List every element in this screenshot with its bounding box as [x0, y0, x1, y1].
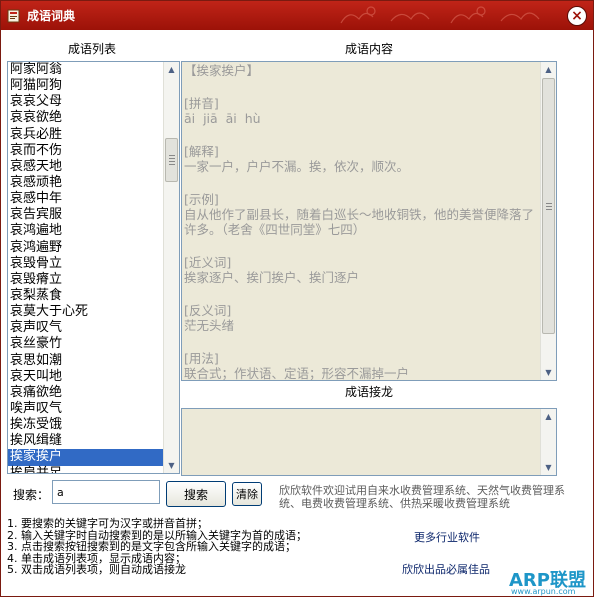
idiom-list-item[interactable]: 挨肩并足 — [8, 466, 165, 473]
scroll-down-arrow-icon[interactable]: ▼ — [541, 365, 556, 380]
idiom-list-item[interactable]: 哀鸿遍地 — [8, 223, 165, 239]
idiom-list-item[interactable]: 哀而不伤 — [8, 143, 165, 159]
scroll-down-arrow-icon[interactable]: ▼ — [164, 458, 179, 473]
idiom-content-header: 成语内容 — [345, 42, 394, 56]
idiom-list-item[interactable]: 哀思如潮 — [8, 353, 165, 369]
idiom-list-item[interactable]: 哀丝豪竹 — [8, 336, 165, 352]
watermark-url: www.arpun.com — [511, 587, 576, 596]
app-window: 成语词典 × 成语列表 成语内容 阿家阿翁 阿猫阿狗 哀哀父母 哀哀欲绝 哀兵必胜 哀而不… — [0, 0, 594, 597]
content-section-heading: [拼音] — [184, 96, 219, 111]
idiom-list-item[interactable]: 哀哀父母 — [8, 94, 165, 110]
scrollbar-thumb[interactable] — [542, 78, 555, 334]
idiom-list-item[interactable]: 哀鸿遍野 — [8, 240, 165, 256]
idiom-chain-header: 成语接龙 — [345, 385, 394, 399]
idiom-list-item[interactable]: 挨风缉缝 — [8, 433, 165, 449]
idiom-list-item[interactable]: 哀哀欲绝 — [8, 110, 165, 126]
idiom-list-item[interactable]: 哀感中年 — [8, 191, 165, 207]
content-section-heading: [近义词] — [184, 255, 232, 270]
idiom-list-item[interactable]: 挨冻受饿 — [8, 417, 165, 433]
idiom-list-item[interactable]: 阿猫阿狗 — [8, 78, 165, 94]
content-section-body: 一家一户，户户不漏。挨，依次，顺次。 — [184, 159, 410, 174]
idiom-list-item[interactable]: 哀毁瘠立 — [8, 272, 165, 288]
clear-button[interactable]: 清除 — [232, 482, 262, 506]
idiom-list-item[interactable]: 哀感顽艳 — [8, 175, 165, 191]
window-title: 成语词典 — [27, 9, 76, 23]
content-section-heading: [反义词] — [184, 303, 232, 318]
close-icon: × — [571, 8, 583, 24]
idiom-list-item[interactable]: 哀告宾服 — [8, 207, 165, 223]
idiom-list-item[interactable]: 哀兵必胜 — [8, 127, 165, 143]
idiom-chain-panel[interactable]: ▲ ▼ — [181, 408, 557, 476]
idiom-list-item[interactable]: 哀毁骨立 — [8, 256, 165, 272]
tip-item: 1. 要搜索的关键字可为汉字或拼音首拼； — [7, 517, 208, 530]
app-icon — [7, 9, 20, 23]
idiom-list-item[interactable]: 哀梨蒸食 — [8, 288, 165, 304]
scroll-up-arrow-icon[interactable]: ▲ — [164, 62, 179, 77]
more-software-link[interactable]: 更多行业软件 — [414, 529, 480, 545]
close-button[interactable]: × — [567, 6, 587, 26]
idiom-list-item[interactable]: 阿家阿翁 — [8, 62, 165, 78]
content-scrollbar[interactable]: ▲ ▼ — [540, 62, 556, 380]
idiom-list-header: 成语列表 — [68, 42, 117, 56]
content-section-body: 挨家逐户、挨门挨户、挨门逐户 — [184, 270, 360, 285]
content-section-body: āi jiā āi hù — [184, 111, 261, 126]
idiom-list-item[interactable]: 挨家挨户 — [8, 449, 165, 466]
content-section-heading: [用法] — [184, 351, 219, 366]
content-section-body: 联合式；作状语、定语；形容不漏掉一户 — [184, 366, 410, 381]
client-area: 成语列表 成语内容 阿家阿翁 阿猫阿狗 哀哀父母 哀哀欲绝 哀兵必胜 哀而不伤 哀感天地 哀感… — [1, 30, 593, 596]
title-bar[interactable]: 成语词典 × — [1, 1, 593, 30]
slogan-text: 欣欣出品必属佳品 — [402, 563, 490, 576]
scroll-up-arrow-icon[interactable]: ▲ — [541, 62, 556, 77]
idiom-list[interactable]: 阿家阿翁 阿猫阿狗 哀哀父母 哀哀欲绝 哀兵必胜 哀而不伤 哀感天地 哀感顽艳 哀感中年 哀告宾服… — [7, 61, 180, 474]
idiom-list-item[interactable]: 唉声叹气 — [8, 401, 165, 417]
search-label: 搜索： — [13, 488, 50, 502]
idiom-list-item[interactable]: 哀莫大于心死 — [8, 304, 165, 320]
content-section-heading: [解释] — [184, 144, 219, 159]
scroll-down-arrow-icon[interactable]: ▼ — [541, 460, 556, 475]
idiom-content-panel[interactable]: 【挨家挨户】 [拼音] āi jiā āi hù [解释] 一家一户，户户不漏。挨，依… — [181, 61, 557, 381]
scrollbar-thumb[interactable] — [165, 138, 178, 182]
idiom-list-items: 阿家阿翁 阿猫阿狗 哀哀父母 哀哀欲绝 哀兵必胜 哀而不伤 哀感天地 哀感顽艳 哀感中年 哀告宾服… — [8, 62, 165, 473]
idiom-list-item[interactable]: 哀天叫地 — [8, 369, 165, 385]
idiom-list-item[interactable]: 哀痛欲绝 — [8, 385, 165, 401]
content-section-body: 茫无头绪 — [184, 318, 235, 333]
search-input[interactable] — [52, 480, 160, 504]
tip-item: 5. 双击成语列表项，则自动成语接龙 — [7, 563, 186, 577]
usage-tips: 1. 要搜索的关键字可为汉字或拼音首拼； 2. 输入关键字时自动搜索到的是以所输… — [7, 518, 307, 576]
idiom-content-text: 【挨家挨户】 [拼音] āi jiā āi hù [解释] 一家一户，户户不漏。挨，依… — [184, 63, 540, 381]
idiom-list-scrollbar[interactable]: ▲ ▼ — [163, 62, 179, 473]
ad-text: 欣欣软件欢迎试用自来水收费管理系统、天然气收费管理系统、电费收费管理系统、供热采… — [279, 484, 565, 510]
chain-scrollbar[interactable]: ▲ ▼ — [540, 409, 556, 475]
content-section-heading: [示例] — [184, 192, 219, 207]
scroll-up-arrow-icon[interactable]: ▲ — [541, 409, 556, 424]
idiom-list-item[interactable]: 哀感天地 — [8, 159, 165, 175]
idiom-content-title: 【挨家挨户】 — [184, 63, 260, 78]
search-button[interactable]: 搜索 — [166, 481, 226, 507]
content-section-body: 自从他作了副县长，随着白巡长～地收铜铁，他的美誉便降落了许多。（老舍《四世同堂》… — [184, 207, 535, 237]
idiom-list-item[interactable]: 哀声叹气 — [8, 320, 165, 336]
cloud-pattern-decoration — [340, 6, 540, 24]
